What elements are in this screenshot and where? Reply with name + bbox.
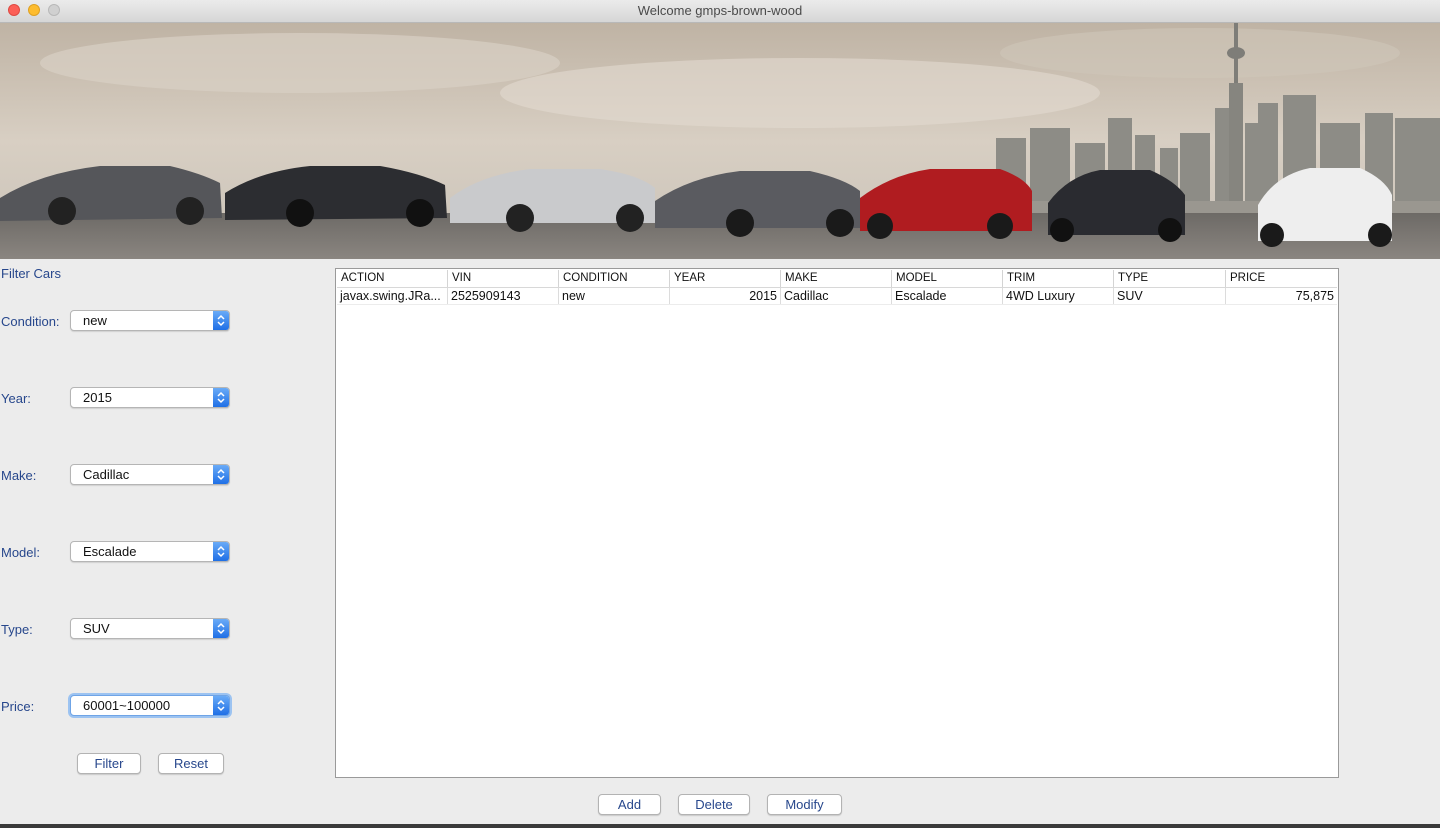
table-row[interactable]: javax.swing.JRa... 2525909143 new 2015 C… bbox=[337, 288, 1337, 305]
table-header: ACTION VIN CONDITION YEAR MAKE MODEL TRI… bbox=[337, 270, 1337, 288]
select-arrows-icon bbox=[213, 619, 229, 638]
select-arrows-icon bbox=[213, 542, 229, 561]
price-select[interactable]: 60001~100000 bbox=[70, 695, 230, 716]
select-arrows-icon bbox=[213, 696, 229, 715]
car-lineup-banner-image bbox=[0, 23, 1440, 259]
year-select[interactable]: 2015 bbox=[70, 387, 230, 408]
select-arrows-icon bbox=[213, 311, 229, 330]
column-header-vin[interactable]: VIN bbox=[448, 270, 559, 287]
window-titlebar: Welcome gmps-brown-wood bbox=[0, 0, 1440, 23]
column-header-price[interactable]: PRICE bbox=[1226, 270, 1337, 287]
condition-select[interactable]: new bbox=[70, 310, 230, 331]
type-select-value: SUV bbox=[83, 621, 110, 636]
column-header-type[interactable]: TYPE bbox=[1114, 270, 1226, 287]
price-select-value: 60001~100000 bbox=[83, 698, 171, 713]
filter-cars-heading: Filter Cars bbox=[1, 266, 61, 281]
column-header-make[interactable]: MAKE bbox=[781, 270, 892, 287]
column-header-model[interactable]: MODEL bbox=[892, 270, 1003, 287]
modify-button[interactable]: Modify bbox=[767, 794, 842, 815]
filter-button[interactable]: Filter bbox=[77, 753, 141, 774]
cell-make[interactable]: Cadillac bbox=[781, 288, 892, 304]
cell-price[interactable]: 75,875 bbox=[1226, 288, 1337, 304]
price-label: Price: bbox=[1, 699, 35, 714]
cell-year[interactable]: 2015 bbox=[670, 288, 781, 304]
window-title: Welcome gmps-brown-wood bbox=[637, 3, 803, 18]
delete-button[interactable]: Delete bbox=[678, 794, 750, 815]
make-select-value: Cadillac bbox=[83, 467, 130, 482]
make-select[interactable]: Cadillac bbox=[70, 464, 230, 485]
reset-button[interactable]: Reset bbox=[158, 753, 224, 774]
cars-table[interactable]: ACTION VIN CONDITION YEAR MAKE MODEL TRI… bbox=[335, 268, 1339, 778]
window-bottom-edge bbox=[0, 824, 1440, 828]
year-label: Year: bbox=[1, 391, 31, 406]
column-header-action[interactable]: ACTION bbox=[337, 270, 448, 287]
column-header-trim[interactable]: TRIM bbox=[1003, 270, 1114, 287]
type-select[interactable]: SUV bbox=[70, 618, 230, 639]
column-header-condition[interactable]: CONDITION bbox=[559, 270, 670, 287]
model-select-value: Escalade bbox=[83, 544, 137, 559]
condition-label: Condition: bbox=[1, 314, 60, 329]
cell-condition[interactable]: new bbox=[559, 288, 670, 304]
year-select-value: 2015 bbox=[83, 390, 112, 405]
type-label: Type: bbox=[1, 622, 33, 637]
make-label: Make: bbox=[1, 468, 37, 483]
condition-select-value: new bbox=[83, 313, 107, 328]
cell-type[interactable]: SUV bbox=[1114, 288, 1226, 304]
cell-action[interactable]: javax.swing.JRa... bbox=[337, 288, 448, 304]
column-header-year[interactable]: YEAR bbox=[670, 270, 781, 287]
select-arrows-icon bbox=[213, 465, 229, 484]
cell-trim[interactable]: 4WD Luxury bbox=[1003, 288, 1114, 304]
model-select[interactable]: Escalade bbox=[70, 541, 230, 562]
model-label: Model: bbox=[1, 545, 41, 560]
select-arrows-icon bbox=[213, 388, 229, 407]
add-button[interactable]: Add bbox=[598, 794, 661, 815]
cell-vin[interactable]: 2525909143 bbox=[448, 288, 559, 304]
cell-model[interactable]: Escalade bbox=[892, 288, 1003, 304]
